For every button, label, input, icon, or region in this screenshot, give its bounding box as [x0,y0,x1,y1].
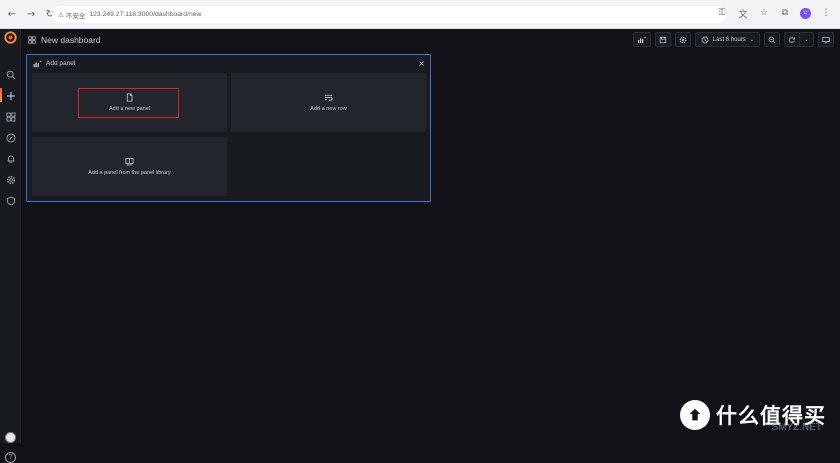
security-warning[interactable]: ⚠ 不安全 [58,10,85,20]
save-button[interactable] [655,32,671,47]
grafana-logo-icon[interactable] [4,31,17,44]
tv-mode-button[interactable] [818,32,834,47]
back-icon[interactable]: ← [5,7,19,21]
refresh-icon [788,36,796,44]
user-avatar[interactable] [5,432,16,443]
add-from-library-option[interactable]: Add a panel from the panel library [32,137,227,196]
add-panel-widget: Add panel × Add a new panel Add a new ro… [26,54,431,202]
add-panel-header: Add panel [27,55,430,72]
dashboard-grid-icon [28,36,36,44]
clock-icon [701,36,709,44]
add-from-library-label: Add a panel from the panel library [88,170,171,176]
add-new-row-option[interactable]: Add a new row [231,73,426,132]
translate-icon[interactable]: 文 [737,7,749,19]
refresh-group: ⌄ [784,32,814,47]
add-panel-button[interactable] [633,32,651,47]
bookmark-star-icon[interactable]: ☆ [758,7,770,19]
grafana-sidebar: ? [0,29,21,443]
add-panel-title: Add panel [46,60,75,67]
chevron-down-icon: ⌄ [804,37,808,43]
time-range-label: Last 6 hours [713,37,746,43]
close-icon[interactable]: × [418,59,425,68]
gear-icon [679,36,687,44]
row-icon [324,93,333,102]
address-bar[interactable]: ⚠ 不安全 123.249.27.118:3000/dashboard/new [52,6,727,23]
help-icon[interactable]: ? [5,452,16,463]
zoom-out-icon [768,36,776,44]
dashboard-navbar: New dashboard Last 6 hours ⌄ ⌄ [21,29,840,51]
library-icon [125,157,134,166]
dashboards-icon[interactable] [5,111,16,122]
gear-icon[interactable] [5,174,16,185]
extensions-icon[interactable]: ⧉ [779,7,791,19]
active-indicator [0,88,2,102]
warning-icon: ⚠ [58,11,64,19]
refresh-interval-dropdown[interactable]: ⌄ [799,32,814,47]
monitor-icon [822,36,830,44]
watermark-logo-icon [680,400,710,430]
chevron-down-icon: ⌄ [750,37,754,43]
compass-icon[interactable] [5,132,16,143]
menu-icon[interactable]: ⋮ [820,7,832,19]
zoom-out-button[interactable] [764,32,780,47]
highlight-box [78,88,179,118]
browser-toolbar: ← → ↻ ⚠ 不安全 123.249.27.118:3000/dashboar… [0,0,840,29]
dashboard-toolbar: Last 6 hours ⌄ ⌄ [633,32,834,47]
save-icon [659,36,667,44]
watermark-subtext: SMYZ.NET [771,422,822,433]
add-new-row-label: Add a new row [310,106,346,112]
forward-icon[interactable]: → [24,7,38,21]
key-icon[interactable]: ⚿ [716,7,728,19]
plus-icon[interactable] [5,90,16,101]
search-icon[interactable] [5,69,16,80]
page-title: New dashboard [28,35,101,45]
url-text: 123.249.27.118:3000/dashboard/new [89,11,201,18]
add-panel-icon [32,60,43,68]
settings-button[interactable] [675,32,691,47]
refresh-button[interactable] [784,32,799,47]
bell-icon[interactable] [5,153,16,164]
add-panel-icon [637,36,647,44]
profile-avatar[interactable]: c [800,8,811,19]
time-picker-button[interactable]: Last 6 hours ⌄ [695,32,760,47]
dashboard-title[interactable]: New dashboard [41,35,101,45]
shield-icon[interactable] [5,195,16,206]
